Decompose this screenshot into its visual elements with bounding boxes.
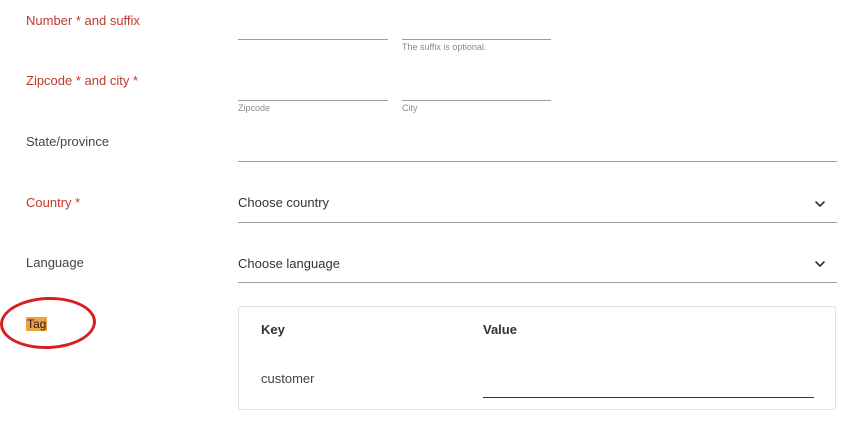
suffix-hint: The suffix is optional. <box>402 42 487 52</box>
tag-key-cell: customer <box>261 371 315 386</box>
number-suffix-label: Number * and suffix <box>26 13 140 28</box>
state-province-label: State/province <box>26 134 110 149</box>
tag-value-header: Value <box>483 322 517 337</box>
annotation-circle <box>0 295 97 351</box>
language-label: Language <box>26 255 84 270</box>
zipcode-hint: Zipcode <box>238 103 271 113</box>
zipcode-input-underline[interactable] <box>238 100 388 101</box>
tag-table: Key Value customer <box>238 306 836 410</box>
country-select[interactable]: Choose country <box>238 195 329 210</box>
country-select-underline <box>238 222 837 223</box>
country-label: Country * <box>26 195 81 210</box>
city-input-underline[interactable] <box>402 100 551 101</box>
tag-key-header: Key <box>261 322 285 337</box>
language-select[interactable]: Choose language <box>238 256 340 271</box>
chevron-down-icon[interactable] <box>813 257 827 271</box>
chevron-down-icon[interactable] <box>813 197 827 211</box>
number-input-underline[interactable] <box>238 39 388 40</box>
suffix-input-underline[interactable] <box>402 39 551 40</box>
zipcode-city-label: Zipcode * and city * <box>26 73 139 88</box>
state-province-input-underline[interactable] <box>238 161 837 162</box>
language-select-underline <box>238 282 837 283</box>
city-hint: City <box>402 103 418 113</box>
tag-value-input[interactable] <box>483 377 814 398</box>
